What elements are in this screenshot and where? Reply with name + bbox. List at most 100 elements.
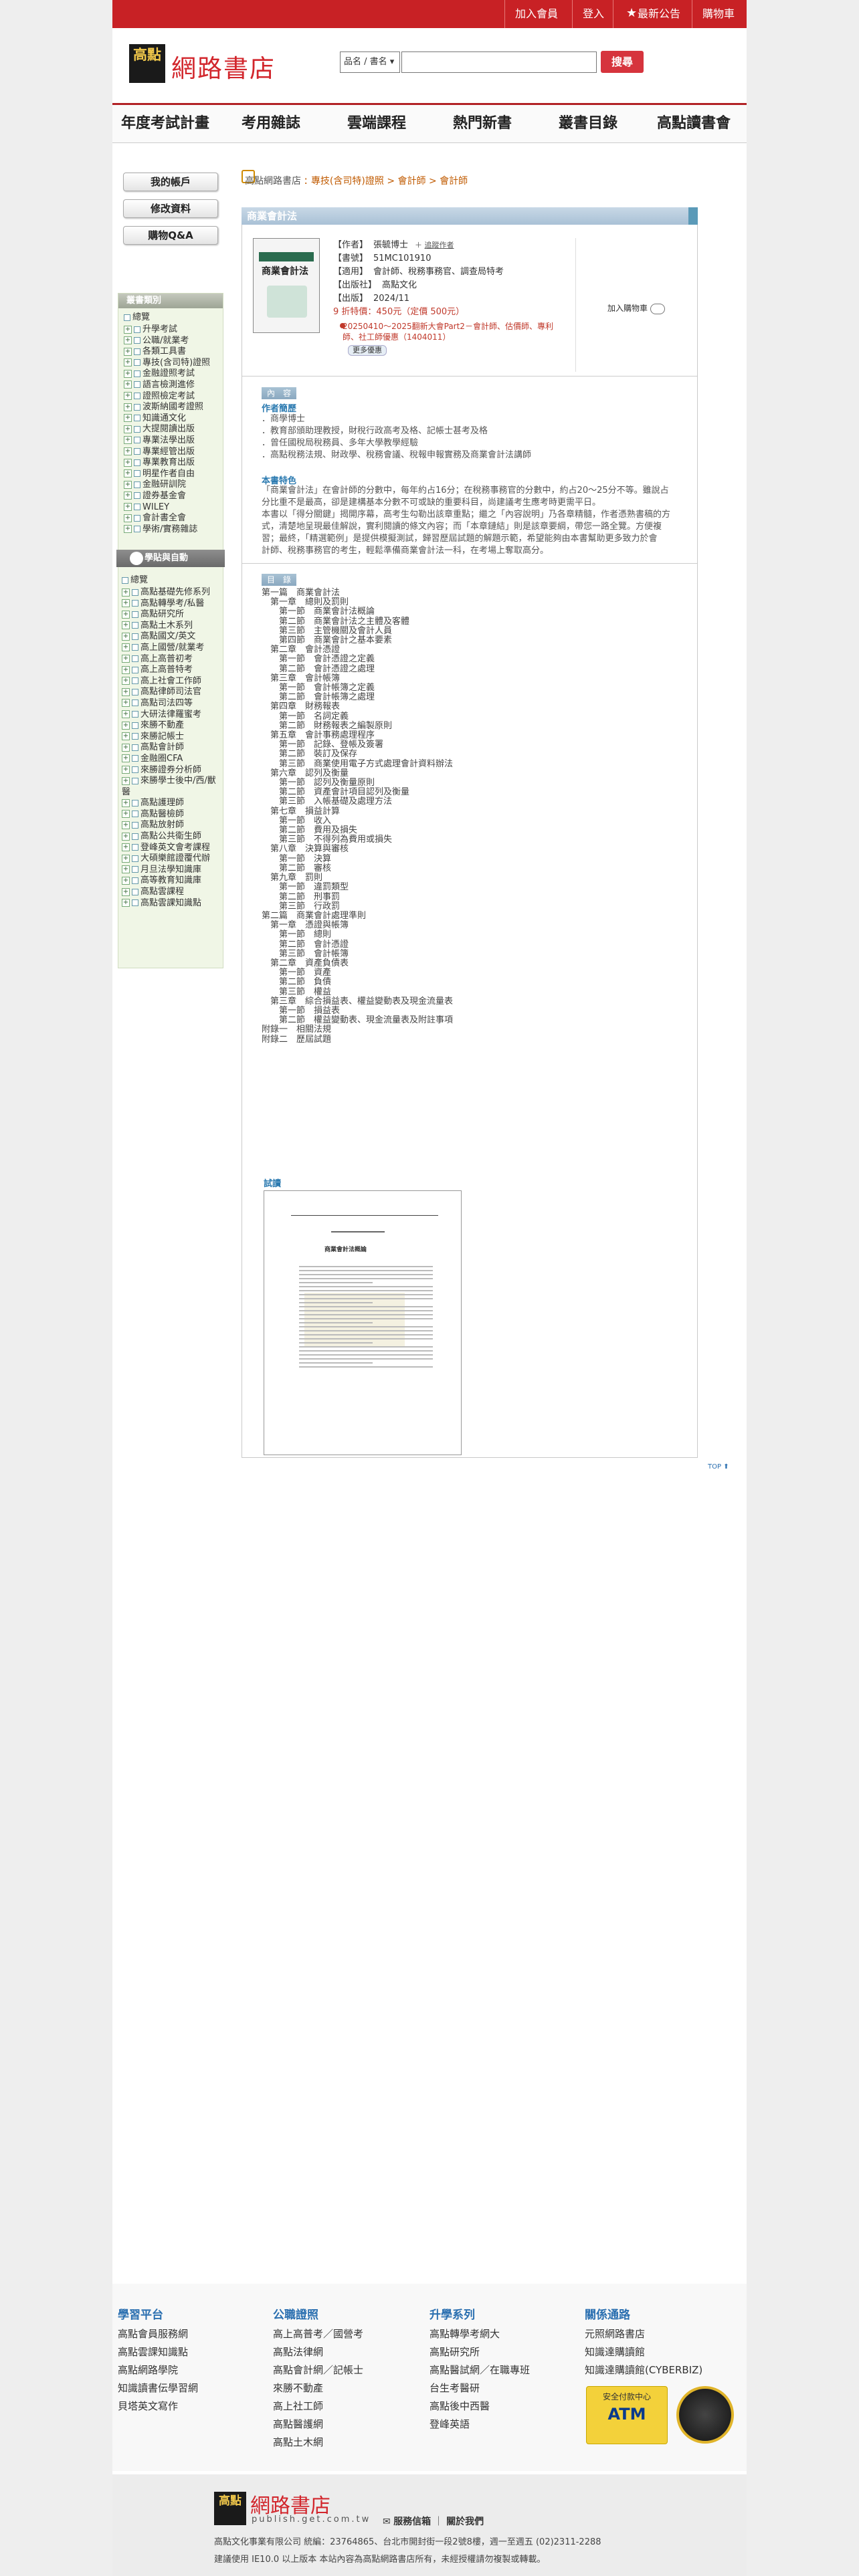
- expand-icon[interactable]: +: [124, 414, 132, 423]
- category-item-2[interactable]: + 大碩樂館證覆代辦: [122, 853, 222, 865]
- category-item[interactable]: + 專業經管出版: [124, 447, 219, 458]
- category-item[interactable]: + 波斯納國考證照: [124, 402, 219, 413]
- expand-icon[interactable]: +: [124, 503, 132, 511]
- book-cover[interactable]: 商業會計法: [253, 238, 320, 333]
- footer-link[interactable]: 元照網路書店: [585, 2325, 702, 2343]
- category-item-2[interactable]: + 來勝不動產: [122, 720, 222, 732]
- expand-icon[interactable]: +: [122, 599, 130, 608]
- breadcrumb-level-2[interactable]: 會計師: [398, 176, 426, 187]
- footer-link[interactable]: 高上高普考／國營考: [273, 2325, 363, 2343]
- expand-icon[interactable]: +: [122, 710, 130, 719]
- expand-icon[interactable]: +: [124, 436, 132, 445]
- my-account-button[interactable]: 我的帳戶: [123, 173, 218, 191]
- expand-icon[interactable]: +: [122, 632, 130, 641]
- nav-new-books[interactable]: 熱門新書: [430, 105, 535, 142]
- expand-icon[interactable]: +: [124, 358, 132, 367]
- more-promo-button[interactable]: 更多優惠: [348, 345, 387, 356]
- sample-page[interactable]: 商業會計法概論: [264, 1190, 462, 1455]
- expand-icon[interactable]: +: [124, 492, 132, 500]
- expand-icon[interactable]: +: [122, 887, 130, 896]
- expand-icon[interactable]: +: [124, 381, 132, 389]
- logo-mark[interactable]: 高點: [129, 44, 165, 83]
- category-item-2[interactable]: + 高點土木系列: [122, 621, 222, 632]
- expand-icon[interactable]: +: [124, 425, 132, 433]
- category-item-2[interactable]: + 高點雲課程: [122, 887, 222, 898]
- expand-icon[interactable]: +: [124, 525, 132, 534]
- expand-icon[interactable]: +: [124, 514, 132, 522]
- expand-icon[interactable]: +: [122, 699, 130, 708]
- search-input[interactable]: [401, 51, 597, 73]
- breadcrumb-home[interactable]: 高點網路書店: [245, 176, 301, 187]
- category-item-2[interactable]: + 高點國文/英文: [122, 631, 222, 643]
- payment-badge[interactable]: 安全付款中心 ATM: [586, 2386, 668, 2444]
- expand-icon[interactable]: +: [124, 347, 132, 356]
- nav-cloud-course[interactable]: 雲端課程: [324, 105, 430, 142]
- breadcrumb-level-1[interactable]: 專技(含司特)證照: [311, 176, 384, 187]
- search-type-select[interactable]: 品名 / 書名 ▾: [340, 51, 400, 73]
- footer-link[interactable]: 高點研究所: [430, 2343, 530, 2361]
- category-item-2[interactable]: + 來勝證券分析師: [122, 765, 222, 776]
- category-item-2[interactable]: + 登峰英文會考課程: [122, 843, 222, 854]
- expand-icon[interactable]: +: [124, 469, 132, 478]
- category-item-2[interactable]: + 高上國營/就業考: [122, 643, 222, 654]
- expand-icon[interactable]: +: [122, 610, 130, 619]
- footer-link[interactable]: 高點法律網: [273, 2343, 363, 2361]
- expand-icon[interactable]: +: [122, 776, 130, 785]
- expand-icon[interactable]: +: [122, 643, 130, 652]
- category-item[interactable]: + 明星作者自由: [124, 469, 219, 480]
- footer-link[interactable]: 高點後中西醫: [430, 2397, 530, 2416]
- expand-icon[interactable]: +: [122, 798, 130, 807]
- search-button[interactable]: 搜尋: [601, 51, 644, 73]
- expand-icon[interactable]: +: [122, 810, 130, 819]
- breadcrumb-level-3[interactable]: 會計師: [440, 176, 468, 187]
- follow-author[interactable]: ＋ 追蹤作者: [415, 241, 454, 249]
- expand-icon[interactable]: +: [124, 336, 132, 345]
- expand-icon[interactable]: +: [124, 392, 132, 401]
- expand-icon[interactable]: +: [122, 743, 130, 752]
- category-item[interactable]: + 金融研訓院: [124, 479, 219, 491]
- category-item-2[interactable]: + 來勝記帳士: [122, 732, 222, 743]
- footer-link[interactable]: 知識達購讀館: [585, 2343, 702, 2361]
- category-item-2[interactable]: + 來勝學士後中/西/獸醫: [122, 776, 222, 798]
- category-item-2[interactable]: + 高點司法四等: [122, 698, 222, 710]
- footer-link[interactable]: 高點土木網: [273, 2434, 363, 2452]
- expand-icon[interactable]: +: [124, 447, 132, 456]
- expand-icon[interactable]: +: [122, 655, 130, 663]
- expand-icon[interactable]: +: [122, 677, 130, 685]
- category-item[interactable]: + 公職/就業考: [124, 336, 219, 347]
- category-item[interactable]: + WILEY: [124, 502, 219, 514]
- category-item[interactable]: + 語言檢測進修: [124, 380, 219, 391]
- footer-link[interactable]: 知識達購讀館(CYBERBIZ): [585, 2361, 702, 2379]
- footer-link[interactable]: 高點雲課知識點: [118, 2343, 198, 2361]
- nav-catalog[interactable]: 叢書目錄: [535, 105, 641, 142]
- category-item[interactable]: + 大提閱讀出版: [124, 424, 219, 435]
- nav-exam-plan[interactable]: 年度考試計畫: [112, 105, 218, 142]
- footer-link[interactable]: 高點網路學院: [118, 2361, 198, 2379]
- footer-link[interactable]: 知識讀書伝學習網: [118, 2379, 198, 2397]
- service-link[interactable]: 服務信箱: [393, 2516, 431, 2527]
- category-item[interactable]: + 專業教育出版: [124, 457, 219, 469]
- footer-link[interactable]: 高點轉學考網大: [430, 2325, 530, 2343]
- expand-icon[interactable]: +: [122, 754, 130, 763]
- category-item[interactable]: + 學術/實務雜誌: [124, 524, 219, 536]
- register-link[interactable]: 加入會員: [504, 0, 568, 28]
- category-item-2[interactable]: + 高點護理師: [122, 798, 222, 809]
- expand-icon[interactable]: +: [124, 403, 132, 411]
- category-item-2[interactable]: + 高點雲課知識點: [122, 898, 222, 909]
- footer-link[interactable]: 台生考醫研: [430, 2379, 530, 2397]
- footer-link[interactable]: 高上社工師: [273, 2397, 363, 2416]
- expand-icon[interactable]: +: [122, 854, 130, 863]
- footer-link[interactable]: 高點會計網／記帳士: [273, 2361, 363, 2379]
- expand-icon[interactable]: +: [124, 325, 132, 334]
- expand-icon[interactable]: +: [122, 665, 130, 674]
- category-item[interactable]: + 金融證照考試: [124, 368, 219, 380]
- expand-icon[interactable]: +: [124, 458, 132, 467]
- nav-magazine[interactable]: 考用雜誌: [218, 105, 324, 142]
- category-item[interactable]: + 專業法學出版: [124, 435, 219, 447]
- category-item[interactable]: + 專技(含司特)證照: [124, 358, 219, 369]
- expand-icon[interactable]: +: [122, 732, 130, 741]
- site-name[interactable]: 網路書店: [171, 48, 276, 84]
- login-link[interactable]: 登入: [572, 0, 614, 28]
- expand-icon[interactable]: +: [122, 621, 130, 630]
- news-link[interactable]: 最新公告: [613, 0, 690, 28]
